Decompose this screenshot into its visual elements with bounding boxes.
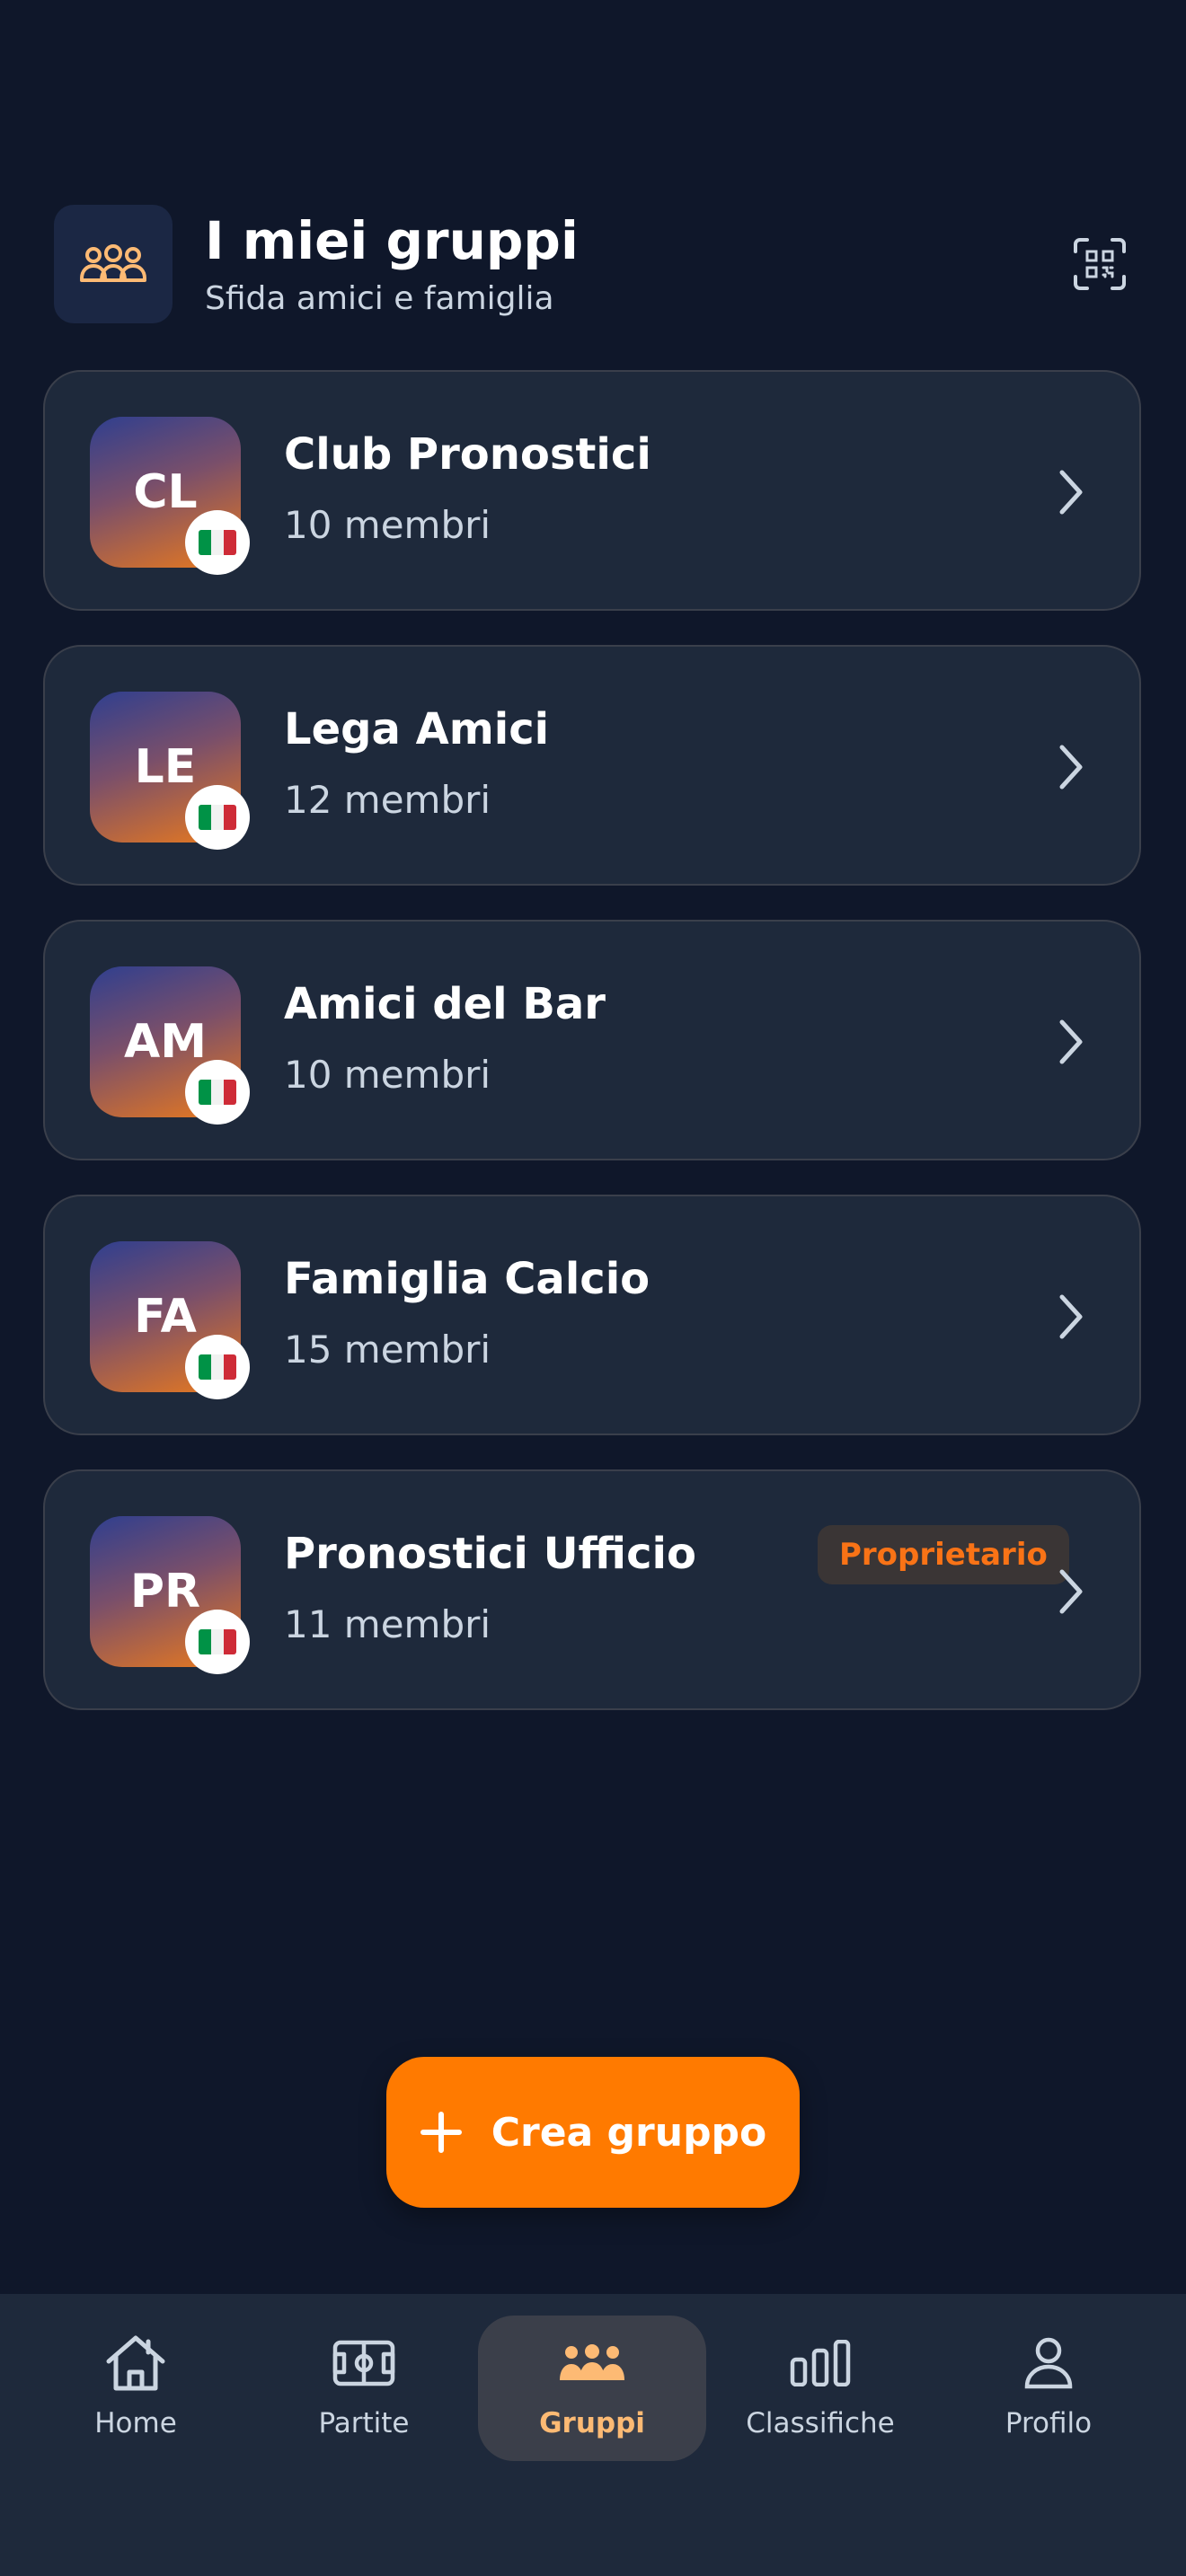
group-card[interactable]: AM Amici del Bar 10 membri [43,920,1141,1160]
italy-flag-icon [185,1610,250,1674]
page-header: I miei gruppi Sfida amici e famiglia [54,205,1132,323]
group-card[interactable]: CL Club Pronostici 10 membri [43,370,1141,611]
field-icon [332,2332,395,2395]
qr-code-scan-button[interactable] [1067,232,1132,296]
group-members: 15 membri [284,1328,491,1372]
page-subtitle: Sfida amici e famiglia [205,280,554,317]
bar-chart-icon [789,2332,852,2395]
chevron-right-icon [1059,1569,1083,1614]
group-name: Pronostici Ufficio [284,1529,696,1579]
chevron-right-icon [1059,470,1083,515]
group-members: 10 membri [284,1053,491,1097]
nav-item-gruppi[interactable]: Gruppi [478,2316,706,2461]
italy-flag-icon [185,1060,250,1125]
users-icon [54,205,173,323]
group-name: Club Pronostici [284,429,651,480]
nav-item-home[interactable]: Home [22,2316,250,2461]
qr-code-scan-icon [1074,238,1126,290]
home-icon [105,2332,166,2395]
group-members: 12 membri [284,778,491,822]
group-name: Amici del Bar [284,979,606,1029]
plus-icon [420,2112,462,2153]
create-group-button[interactable]: Crea gruppo [386,2057,800,2208]
nav-label: Classifiche [746,2407,895,2439]
nav-item-profilo[interactable]: Profilo [934,2316,1163,2461]
group-card[interactable]: PR Pronostici Ufficio 11 membri Propriet… [43,1469,1141,1710]
italy-flag-icon [185,785,250,850]
owner-badge: Proprietario [818,1525,1069,1584]
bottom-nav: Home Partite Gruppi Classifiche Profilo [0,2294,1186,2576]
page-title: I miei gruppi [205,210,579,271]
group-members: 11 membri [284,1602,491,1646]
nav-label: Partite [318,2407,410,2439]
create-group-label: Crea gruppo [491,2109,767,2156]
nav-label: Gruppi [539,2407,645,2439]
chevron-right-icon [1059,1019,1083,1064]
chevron-right-icon [1059,1294,1083,1339]
nav-item-classifiche[interactable]: Classifiche [706,2316,934,2461]
group-card[interactable]: LE Lega Amici 12 membri [43,645,1141,886]
nav-label: Home [94,2407,177,2439]
user-icon [1023,2332,1074,2395]
nav-item-partite[interactable]: Partite [250,2316,478,2461]
chevron-right-icon [1059,745,1083,790]
group-card[interactable]: FA Famiglia Calcio 15 membri [43,1195,1141,1435]
italy-flag-icon [185,1335,250,1399]
italy-flag-icon [185,510,250,575]
group-members: 10 membri [284,503,491,547]
nav-label: Profilo [1005,2407,1093,2439]
group-name: Famiglia Calcio [284,1254,651,1304]
users-icon [558,2332,626,2395]
group-name: Lega Amici [284,704,550,754]
